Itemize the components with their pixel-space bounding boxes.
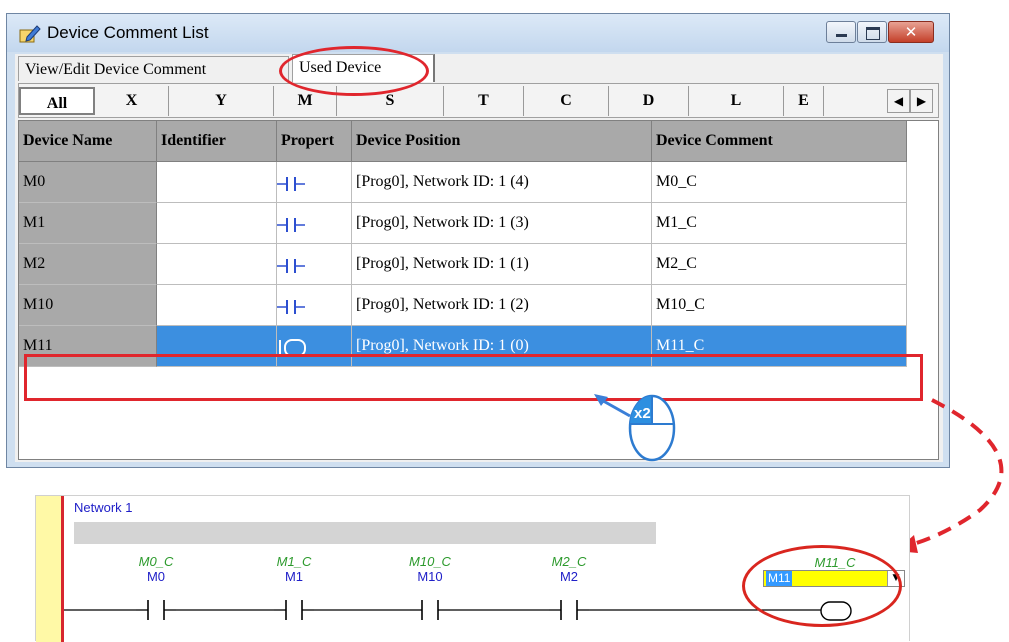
contact-icon[interactable] bbox=[549, 595, 589, 625]
device-type-bar: All X Y M S T C D L E ◀ ▶ bbox=[18, 83, 939, 118]
table-cell-property[interactable] bbox=[277, 203, 352, 244]
col-device-position-header[interactable]: Device Position bbox=[352, 121, 652, 162]
table-cell-position[interactable]: [Prog0], Network ID: 1 (1) bbox=[352, 244, 652, 285]
contact-icon[interactable] bbox=[274, 595, 314, 625]
highlight-coil bbox=[742, 545, 902, 627]
double-click-badge: x2 bbox=[634, 405, 651, 422]
device-type-tab-d[interactable]: D bbox=[609, 86, 689, 116]
col-device-name-header[interactable]: Device Name bbox=[19, 121, 157, 162]
device-type-tab-x[interactable]: X bbox=[95, 86, 169, 116]
chevron-right-icon[interactable]: ▶ bbox=[910, 89, 933, 113]
contact-comment: M1_C bbox=[276, 554, 312, 569]
table-cell-comment[interactable]: M0_C bbox=[652, 162, 907, 203]
device-type-tab-y[interactable]: Y bbox=[169, 86, 274, 116]
contact-device: M2 bbox=[559, 569, 579, 584]
table-cell-identifier[interactable] bbox=[157, 203, 277, 244]
col-device-comment-header[interactable]: Device Comment bbox=[652, 121, 907, 162]
contact-comment: M2_C bbox=[551, 554, 587, 569]
table-cell-name[interactable]: M2 bbox=[19, 244, 157, 285]
table-cell-name[interactable]: M10 bbox=[19, 285, 157, 326]
used-device-table: Device Name Identifier Propert Device Posit… bbox=[18, 120, 939, 460]
table-cell-identifier[interactable] bbox=[157, 244, 277, 285]
table-cell-comment[interactable]: M10_C bbox=[652, 285, 907, 326]
device-type-tab-l[interactable]: L bbox=[689, 86, 784, 116]
table-cell-position[interactable]: [Prog0], Network ID: 1 (3) bbox=[352, 203, 652, 244]
table-cell-position[interactable]: [Prog0], Network ID: 1 (4) bbox=[352, 162, 652, 203]
table-cell-property[interactable] bbox=[277, 244, 352, 285]
ladder-left-rail bbox=[36, 496, 64, 642]
contact-comment: M10_C bbox=[409, 554, 451, 569]
device-type-tab-t[interactable]: T bbox=[444, 86, 524, 116]
tab-view-edit-device-comment[interactable]: View/Edit Device Comment bbox=[18, 56, 289, 81]
contact-icon bbox=[277, 218, 305, 232]
table-cell-identifier[interactable] bbox=[157, 285, 277, 326]
minimize-button[interactable] bbox=[826, 21, 856, 43]
table-cell-property[interactable] bbox=[277, 162, 352, 203]
table-cell-identifier[interactable] bbox=[157, 162, 277, 203]
window-title: Device Comment List bbox=[47, 23, 209, 42]
maximize-button[interactable] bbox=[857, 21, 887, 43]
device-type-tab-c[interactable]: C bbox=[524, 86, 609, 116]
contact-icon[interactable] bbox=[136, 595, 176, 625]
device-type-tab-all[interactable]: All bbox=[19, 87, 95, 115]
double-click-mouse-icon: x2 bbox=[594, 394, 676, 462]
device-type-tab-e[interactable]: E bbox=[784, 86, 824, 116]
table-cell-property[interactable] bbox=[277, 285, 352, 326]
tab-scroll-arrows: ◀ ▶ bbox=[887, 89, 935, 113]
table-cell-comment[interactable]: M1_C bbox=[652, 203, 907, 244]
table-cell-name[interactable]: M0 bbox=[19, 162, 157, 203]
title-bar[interactable]: Device Comment List ✕ bbox=[7, 14, 949, 52]
contact-icon bbox=[277, 259, 305, 273]
contact-icon bbox=[277, 300, 305, 314]
contact-comment: M0_C bbox=[138, 554, 174, 569]
close-button[interactable]: ✕ bbox=[888, 21, 934, 43]
col-property-header[interactable]: Propert bbox=[277, 121, 352, 162]
chevron-left-icon[interactable]: ◀ bbox=[887, 89, 910, 113]
edit-pencil-icon bbox=[19, 24, 41, 44]
contact-device: M10 bbox=[417, 569, 443, 584]
table-cell-comment[interactable]: M2_C bbox=[652, 244, 907, 285]
highlight-selected-row bbox=[24, 354, 923, 401]
highlight-used-device-tab bbox=[279, 46, 429, 96]
table-cell-name[interactable]: M1 bbox=[19, 203, 157, 244]
contact-icon[interactable] bbox=[410, 595, 450, 625]
col-identifier-header[interactable]: Identifier bbox=[157, 121, 277, 162]
close-icon: ✕ bbox=[904, 23, 918, 41]
table-cell-position[interactable]: [Prog0], Network ID: 1 (2) bbox=[352, 285, 652, 326]
contact-icon bbox=[277, 177, 305, 191]
contact-device: M1 bbox=[284, 569, 304, 584]
contact-device: M0 bbox=[146, 569, 166, 584]
